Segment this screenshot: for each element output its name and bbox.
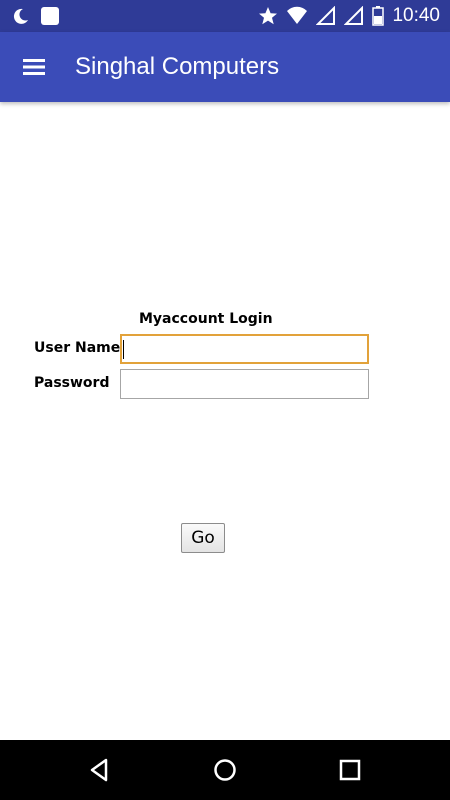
home-icon xyxy=(214,759,236,781)
app-title: Singhal Computers xyxy=(75,53,280,80)
hamburger-menu-icon xyxy=(23,59,45,75)
password-input[interactable] xyxy=(120,369,369,399)
recents-button[interactable] xyxy=(336,756,364,784)
status-left-icons xyxy=(12,6,60,26)
navigation-bar xyxy=(0,740,450,800)
back-icon xyxy=(90,758,108,782)
password-label: Password xyxy=(34,375,110,391)
back-button[interactable] xyxy=(86,756,114,784)
moon-icon xyxy=(13,8,28,24)
star-icon xyxy=(259,7,278,25)
go-button[interactable]: Go xyxy=(181,523,225,553)
status-time: 10:40 xyxy=(392,5,440,26)
app-bar: Singhal Computers xyxy=(0,32,450,102)
signal-icon xyxy=(316,6,336,25)
signal-icon-2 xyxy=(344,6,364,25)
wifi-icon xyxy=(287,6,308,24)
recents-icon xyxy=(339,759,361,781)
text-caret xyxy=(123,340,124,359)
login-title: Myaccount Login xyxy=(139,311,273,327)
menu-button[interactable] xyxy=(18,53,52,81)
status-bar: 10:40 xyxy=(0,0,450,32)
battery-icon xyxy=(372,6,385,26)
username-input[interactable] xyxy=(120,334,369,364)
home-button[interactable] xyxy=(211,756,239,784)
app-notification-icon xyxy=(41,7,59,25)
username-label: User Name xyxy=(34,340,121,356)
status-right-icons: 10:40 xyxy=(258,4,440,28)
